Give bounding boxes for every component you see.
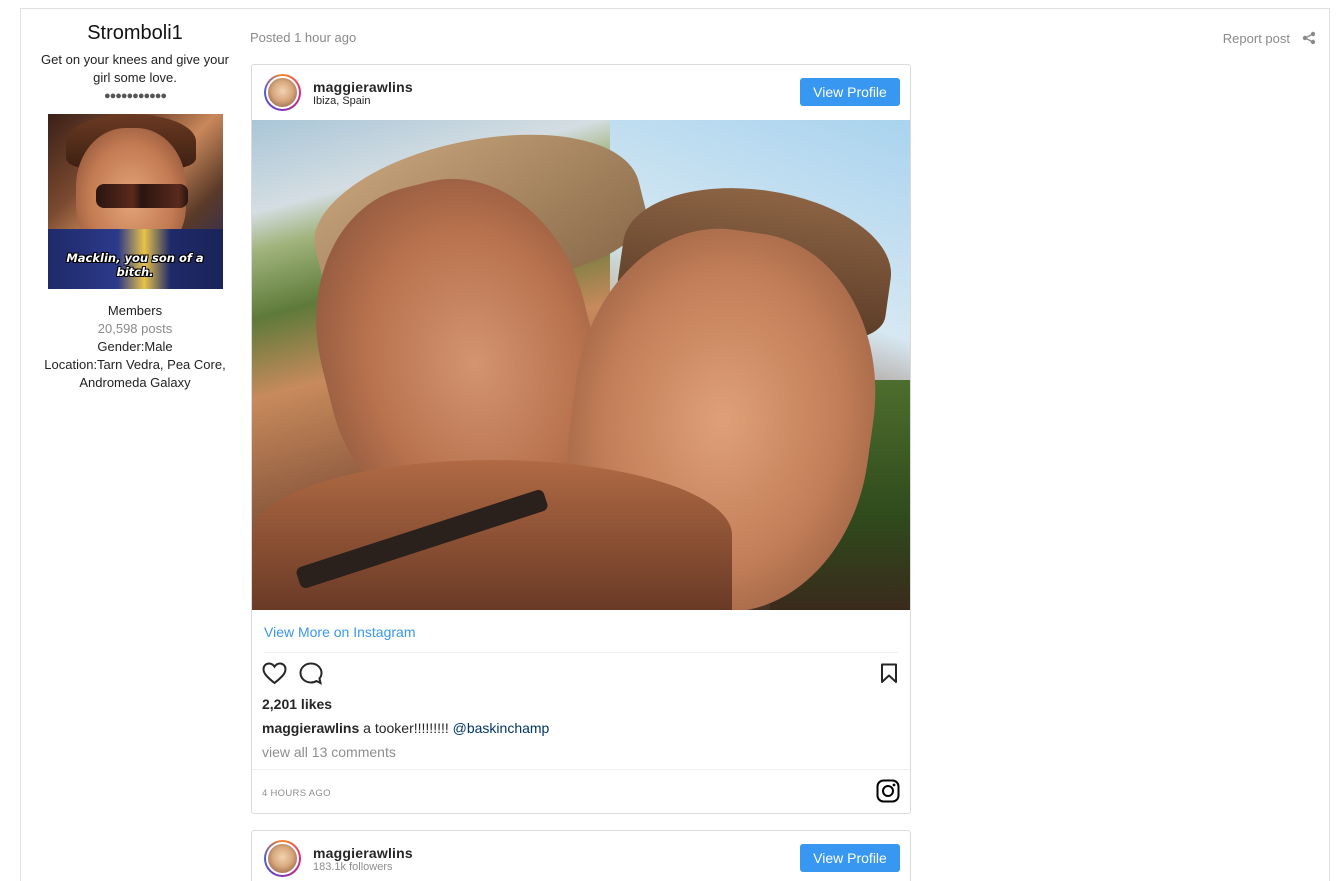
embed-timestamp: 4 HOURS AGO — [262, 788, 331, 799]
instagram-avatar[interactable] — [264, 840, 301, 877]
divider — [252, 769, 910, 770]
avatar-caption: Macklin, you son of a bitch. — [66, 251, 204, 279]
embed-header: maggierawlins 183.1k followers View Prof… — [252, 831, 910, 881]
embed-username[interactable]: maggierawlins — [313, 79, 413, 95]
embed-username[interactable]: maggierawlins — [313, 845, 413, 861]
bookmark-icon[interactable] — [880, 663, 898, 684]
author-location: Location:Tarn Vedra, Pea Core, Andromeda… — [44, 357, 226, 390]
share-icon[interactable] — [1302, 31, 1316, 45]
embed-caption: maggierawlins a tooker!!!!!!!!! @baskinc… — [262, 720, 549, 736]
view-profile-button[interactable]: View Profile — [800, 78, 900, 106]
heart-icon[interactable] — [262, 662, 287, 685]
instagram-logo-icon[interactable] — [876, 779, 900, 803]
rank-pips: ●●●●●●●●●●● — [103, 90, 167, 102]
caption-text: a tooker!!!!!!!!! — [359, 720, 453, 736]
caption-mention[interactable]: @baskinchamp — [453, 720, 550, 736]
instagram-embed: maggierawlins 183.1k followers View Prof… — [251, 830, 911, 881]
comment-icon[interactable] — [299, 662, 323, 685]
author-gender: Gender:Male — [97, 339, 173, 354]
embed-photo[interactable] — [252, 120, 910, 610]
view-comments-link[interactable]: view all 13 comments — [262, 744, 396, 760]
likes-count: 2,201 likes — [262, 696, 333, 712]
posted-time: Posted 1 hour ago — [250, 30, 357, 45]
author-panel: Stromboli1 Get on your knees and give yo… — [30, 22, 240, 392]
author-meta: Members 20,598 posts Gender:Male Locatio… — [30, 302, 240, 392]
author-post-count[interactable]: 20,598 posts — [30, 320, 240, 338]
report-post-link[interactable]: Report post — [1223, 31, 1290, 46]
author-group: Members — [107, 303, 163, 318]
embed-followers: 183.1k followers — [313, 861, 393, 873]
view-profile-button[interactable]: View Profile — [800, 844, 900, 872]
embed-location[interactable]: Ibiza, Spain — [313, 95, 370, 107]
instagram-embed: maggierawlins Ibiza, Spain View Profile … — [251, 64, 911, 814]
avatar[interactable]: Macklin, you son of a bitch. — [47, 114, 223, 289]
divider — [264, 652, 898, 653]
embed-actions — [262, 662, 902, 685]
instagram-avatar[interactable] — [264, 74, 301, 111]
view-more-link[interactable]: View More on Instagram — [264, 624, 415, 640]
author-title: Get on your knees and give your girl som… — [41, 52, 229, 85]
embed-header: maggierawlins Ibiza, Spain View Profile — [252, 65, 910, 120]
author-name[interactable]: Stromboli1 — [30, 22, 240, 45]
caption-username[interactable]: maggierawlins — [262, 720, 359, 736]
avatar-glasses — [95, 184, 188, 208]
